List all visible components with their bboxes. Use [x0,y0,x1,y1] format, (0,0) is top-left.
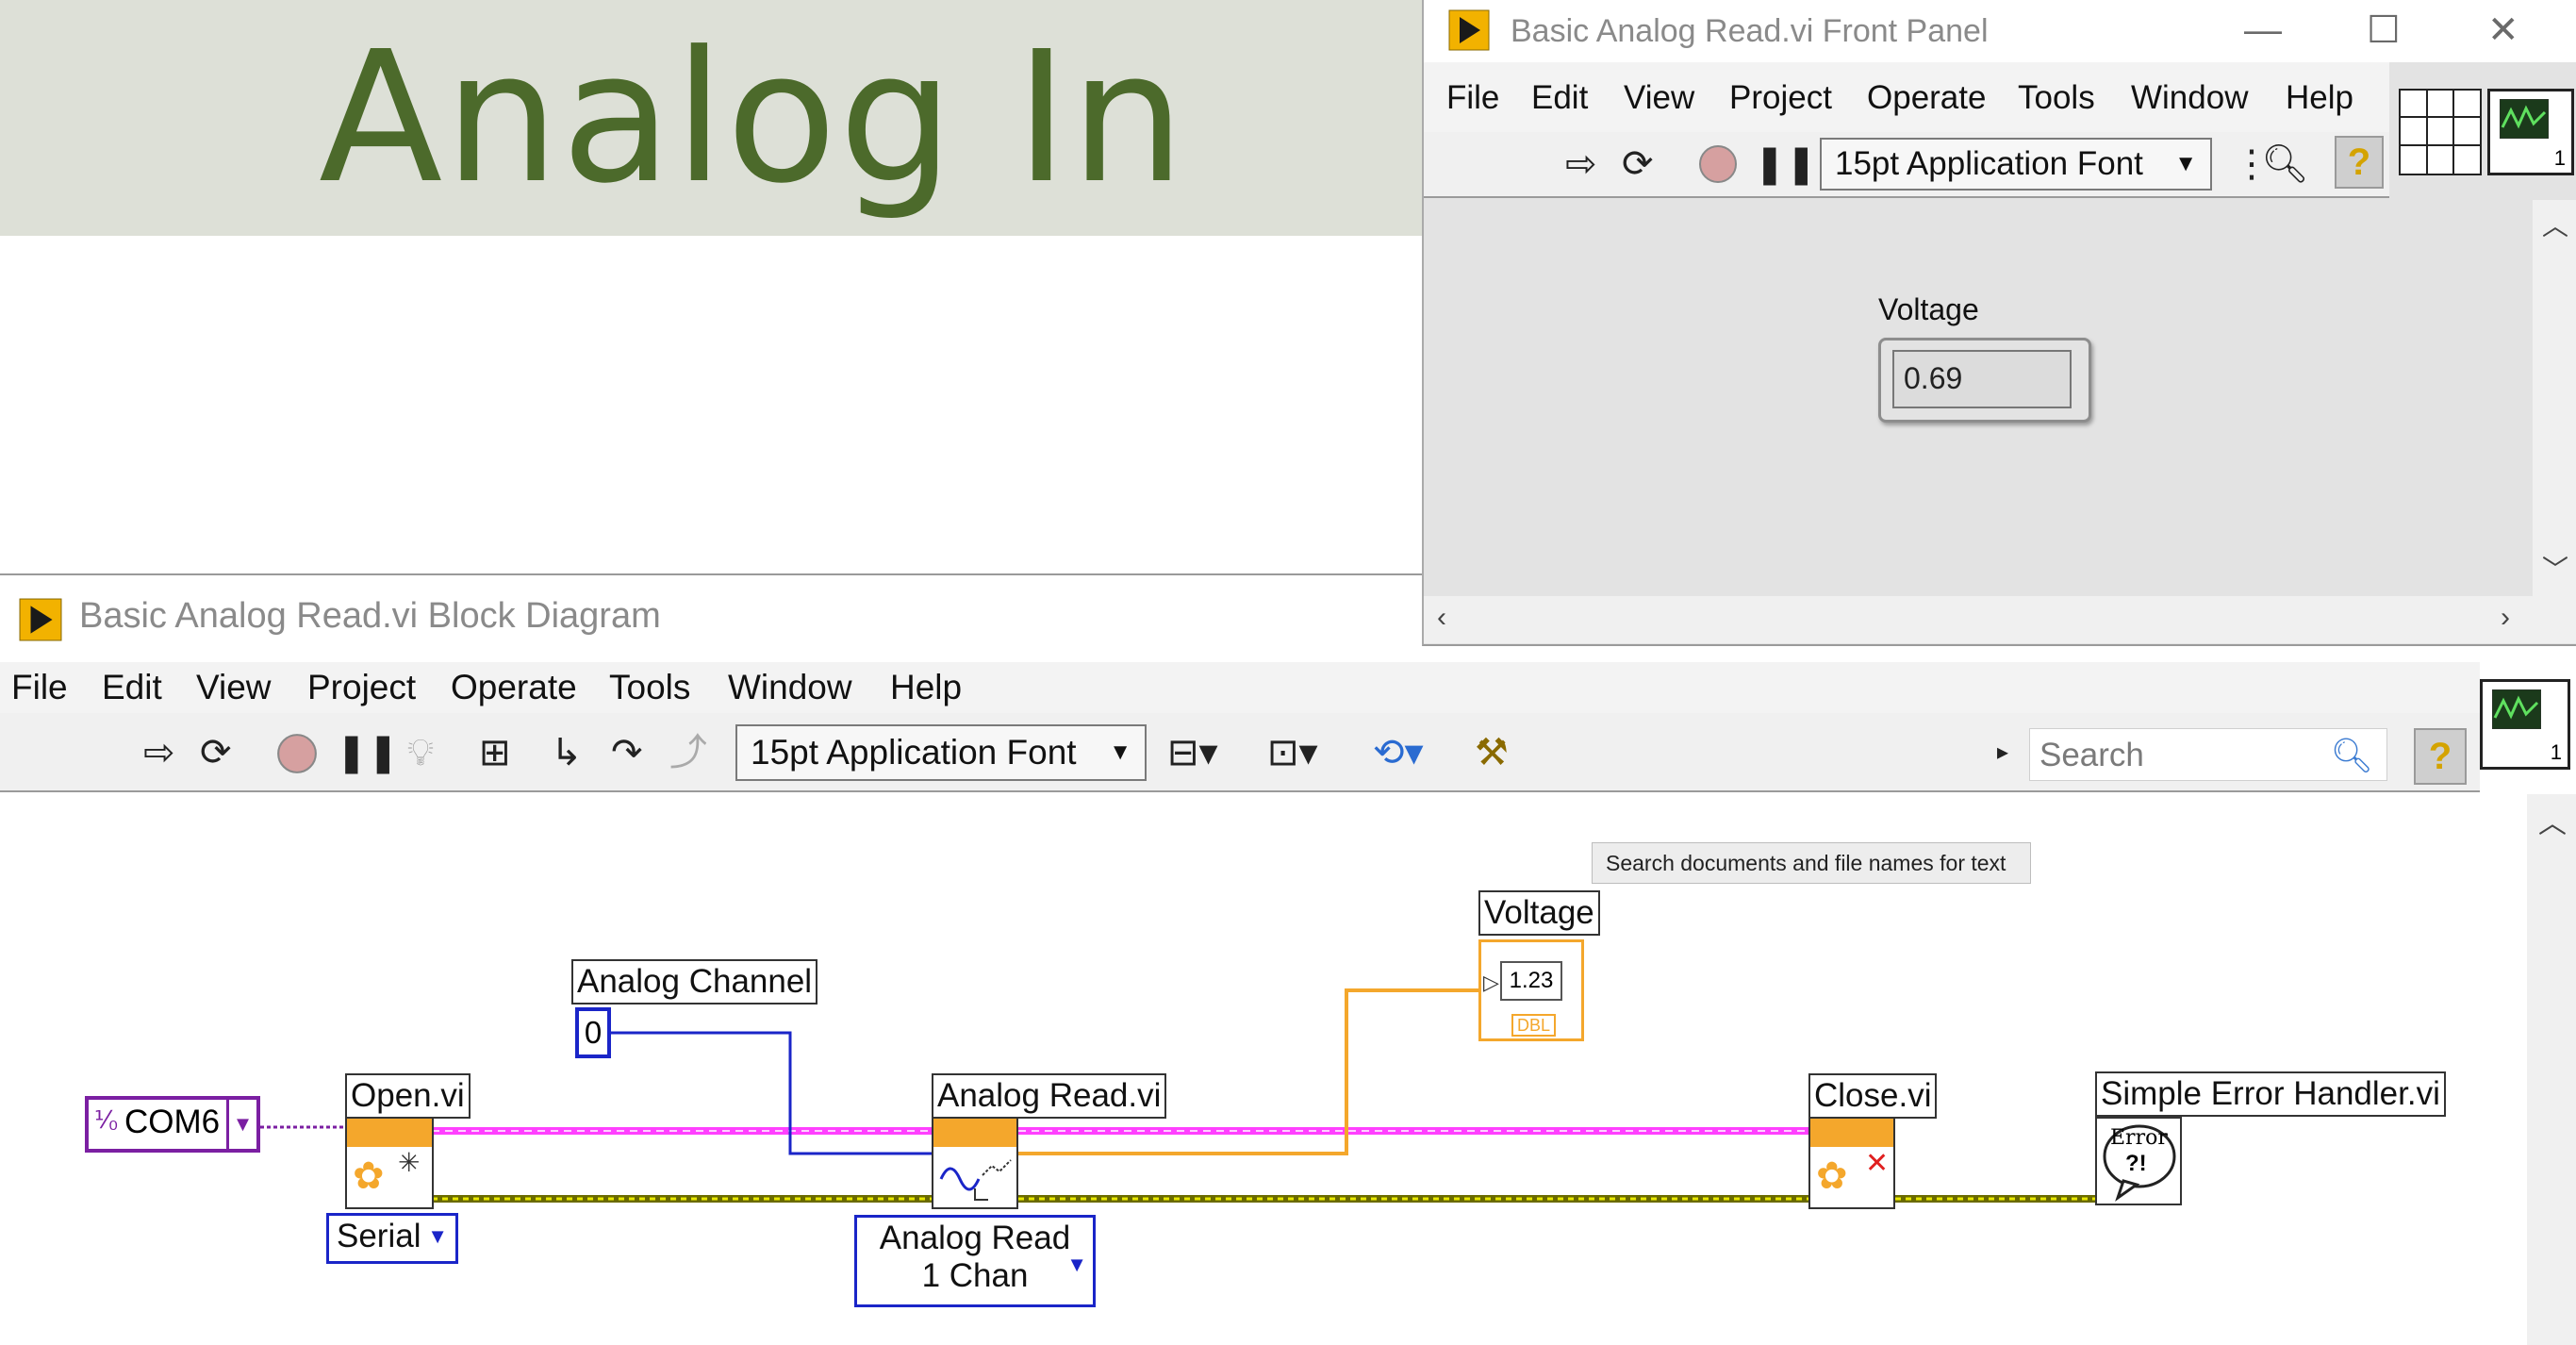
gear-icon: ✿ [1816,1155,1848,1197]
close-vi-header [1810,1119,1893,1147]
analog-read-vi-label: Analog Read.vi [932,1073,1167,1119]
sparkle-icon: ✳ [398,1148,421,1177]
voltage-indicator-display: 1.23 [1500,961,1562,1001]
error-handler-vi-label: Simple Error Handler.vi [2095,1071,2446,1117]
visa-resource-constant[interactable]: ⅟₀ COM6 ▼ [85,1096,260,1153]
chevron-down-icon[interactable]: ▼ [226,1100,256,1149]
analog-read-mode-line2: 1 Chan [921,1257,1029,1294]
com-port-value: COM6 [124,1104,221,1140]
close-x-icon: ✕ [1865,1148,1890,1179]
analog-read-vi-node[interactable] [932,1117,1018,1209]
error-glyph-text: Error [2110,1126,2168,1150]
serial-enum[interactable]: Serial ▼ [326,1213,458,1264]
serial-enum-value: Serial [337,1218,421,1254]
voltage-indicator-terminal[interactable]: ▷ 1.23 DBL [1478,939,1584,1041]
voltage-indicator-value: 1.23 [1509,968,1554,993]
close-vi-label: Close.vi [1808,1073,1938,1119]
open-vi-label: Open.vi [345,1073,471,1119]
voltage-indicator-label: Voltage [1478,890,1600,936]
visa-icon: ⅟₀ [94,1105,119,1134]
chevron-down-icon: ▼ [427,1224,448,1248]
analog-channel-label: Analog Channel [571,959,818,1005]
error-glyph-mark: ?! [2125,1151,2147,1176]
channel-wire [611,1031,932,1155]
input-arrow-icon: ▷ [1483,971,1499,994]
analog-read-mode-enum[interactable]: Analog Read 1 Chan ▼ [854,1215,1096,1307]
analog-channel-constant[interactable]: 0 [575,1007,611,1058]
analog-signal-icon [939,1159,1012,1201]
open-vi-node[interactable]: ✿ ✳ [345,1117,434,1209]
analog-read-mode-line1: Analog Read [879,1220,1071,1256]
close-vi-node[interactable]: ✿ ✕ [1808,1117,1895,1209]
gear-icon: ✿ [353,1155,385,1197]
voltage-type-badge: DBL [1511,1014,1557,1037]
analog-read-vi-header [933,1119,1016,1147]
chevron-down-icon: ▼ [1066,1253,1087,1276]
analog-channel-value: 0 [584,1015,603,1050]
open-vi-header [347,1119,432,1147]
error-handler-vi-node[interactable]: Error ?! [2095,1117,2182,1205]
